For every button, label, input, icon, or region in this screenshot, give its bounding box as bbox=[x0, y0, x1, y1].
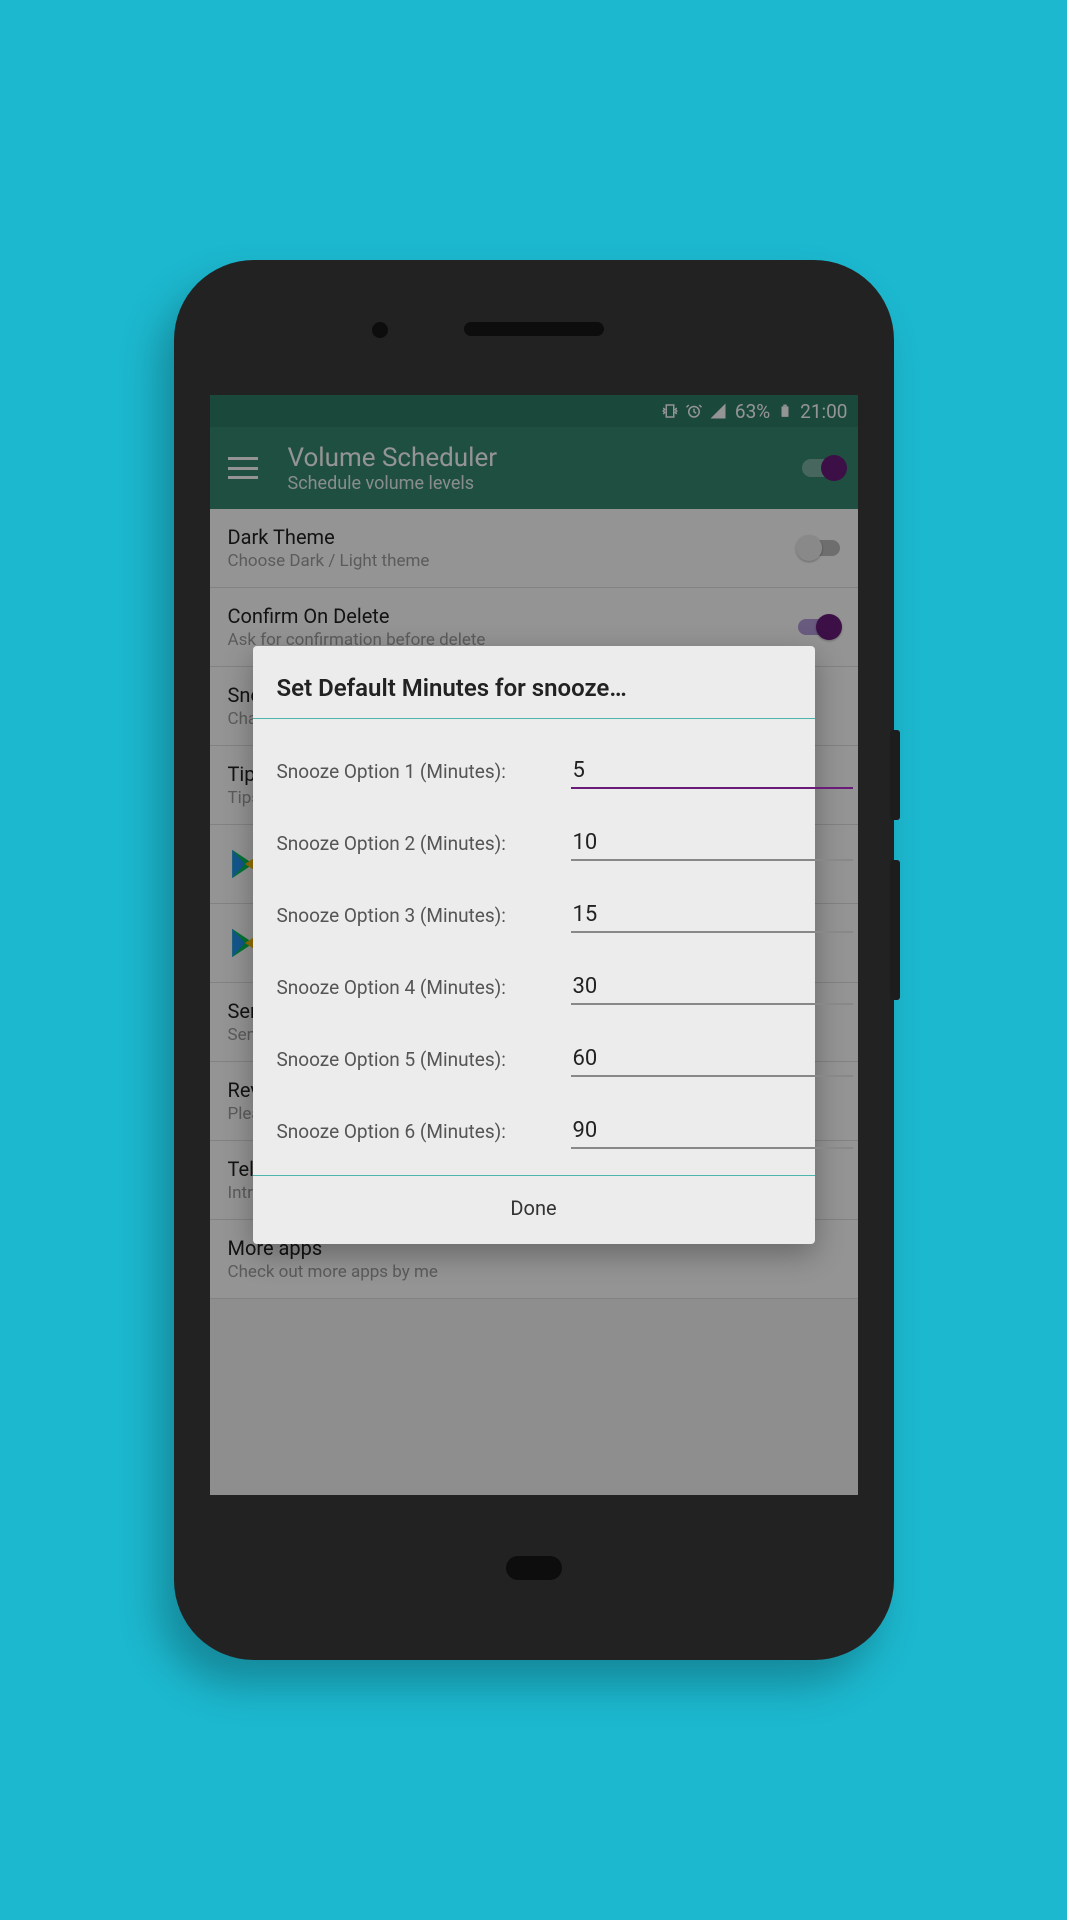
done-button[interactable]: Done bbox=[253, 1176, 815, 1244]
modal-scrim[interactable]: Set Default Minutes for snooze… Snooze O… bbox=[210, 395, 858, 1495]
snooze-option-row: Snooze Option 1 (Minutes): bbox=[277, 735, 791, 807]
snooze-option-input-2[interactable] bbox=[571, 826, 853, 861]
snooze-option-row: Snooze Option 4 (Minutes): bbox=[277, 951, 791, 1023]
snooze-option-label: Snooze Option 6 (Minutes): bbox=[277, 1120, 547, 1143]
phone-speaker bbox=[464, 322, 604, 336]
snooze-option-row: Snooze Option 5 (Minutes): bbox=[277, 1023, 791, 1095]
snooze-option-label: Snooze Option 3 (Minutes): bbox=[277, 904, 547, 927]
phone-frame: 63% 21:00 Volume Scheduler Schedule volu… bbox=[174, 260, 894, 1660]
snooze-option-input-4[interactable] bbox=[571, 970, 853, 1005]
snooze-option-label: Snooze Option 4 (Minutes): bbox=[277, 976, 547, 999]
screen: 63% 21:00 Volume Scheduler Schedule volu… bbox=[210, 395, 858, 1495]
phone-camera bbox=[372, 322, 388, 338]
snooze-option-row: Snooze Option 2 (Minutes): bbox=[277, 807, 791, 879]
dialog-body: Snooze Option 1 (Minutes): Snooze Option… bbox=[253, 719, 815, 1176]
snooze-option-label: Snooze Option 5 (Minutes): bbox=[277, 1048, 547, 1071]
snooze-option-row: Snooze Option 3 (Minutes): bbox=[277, 879, 791, 951]
snooze-option-label: Snooze Option 1 (Minutes): bbox=[277, 760, 547, 783]
snooze-option-input-1[interactable] bbox=[571, 754, 853, 789]
dialog-title: Set Default Minutes for snooze… bbox=[253, 674, 815, 719]
snooze-option-label: Snooze Option 2 (Minutes): bbox=[277, 832, 547, 855]
snooze-option-input-3[interactable] bbox=[571, 898, 853, 933]
phone-side-button bbox=[890, 860, 900, 1000]
snooze-option-input-5[interactable] bbox=[571, 1042, 853, 1077]
snooze-option-input-6[interactable] bbox=[571, 1114, 853, 1149]
snooze-dialog: Set Default Minutes for snooze… Snooze O… bbox=[253, 646, 815, 1244]
phone-home-slot bbox=[506, 1556, 562, 1580]
snooze-option-row: Snooze Option 6 (Minutes): bbox=[277, 1095, 791, 1167]
phone-side-button bbox=[890, 730, 900, 820]
